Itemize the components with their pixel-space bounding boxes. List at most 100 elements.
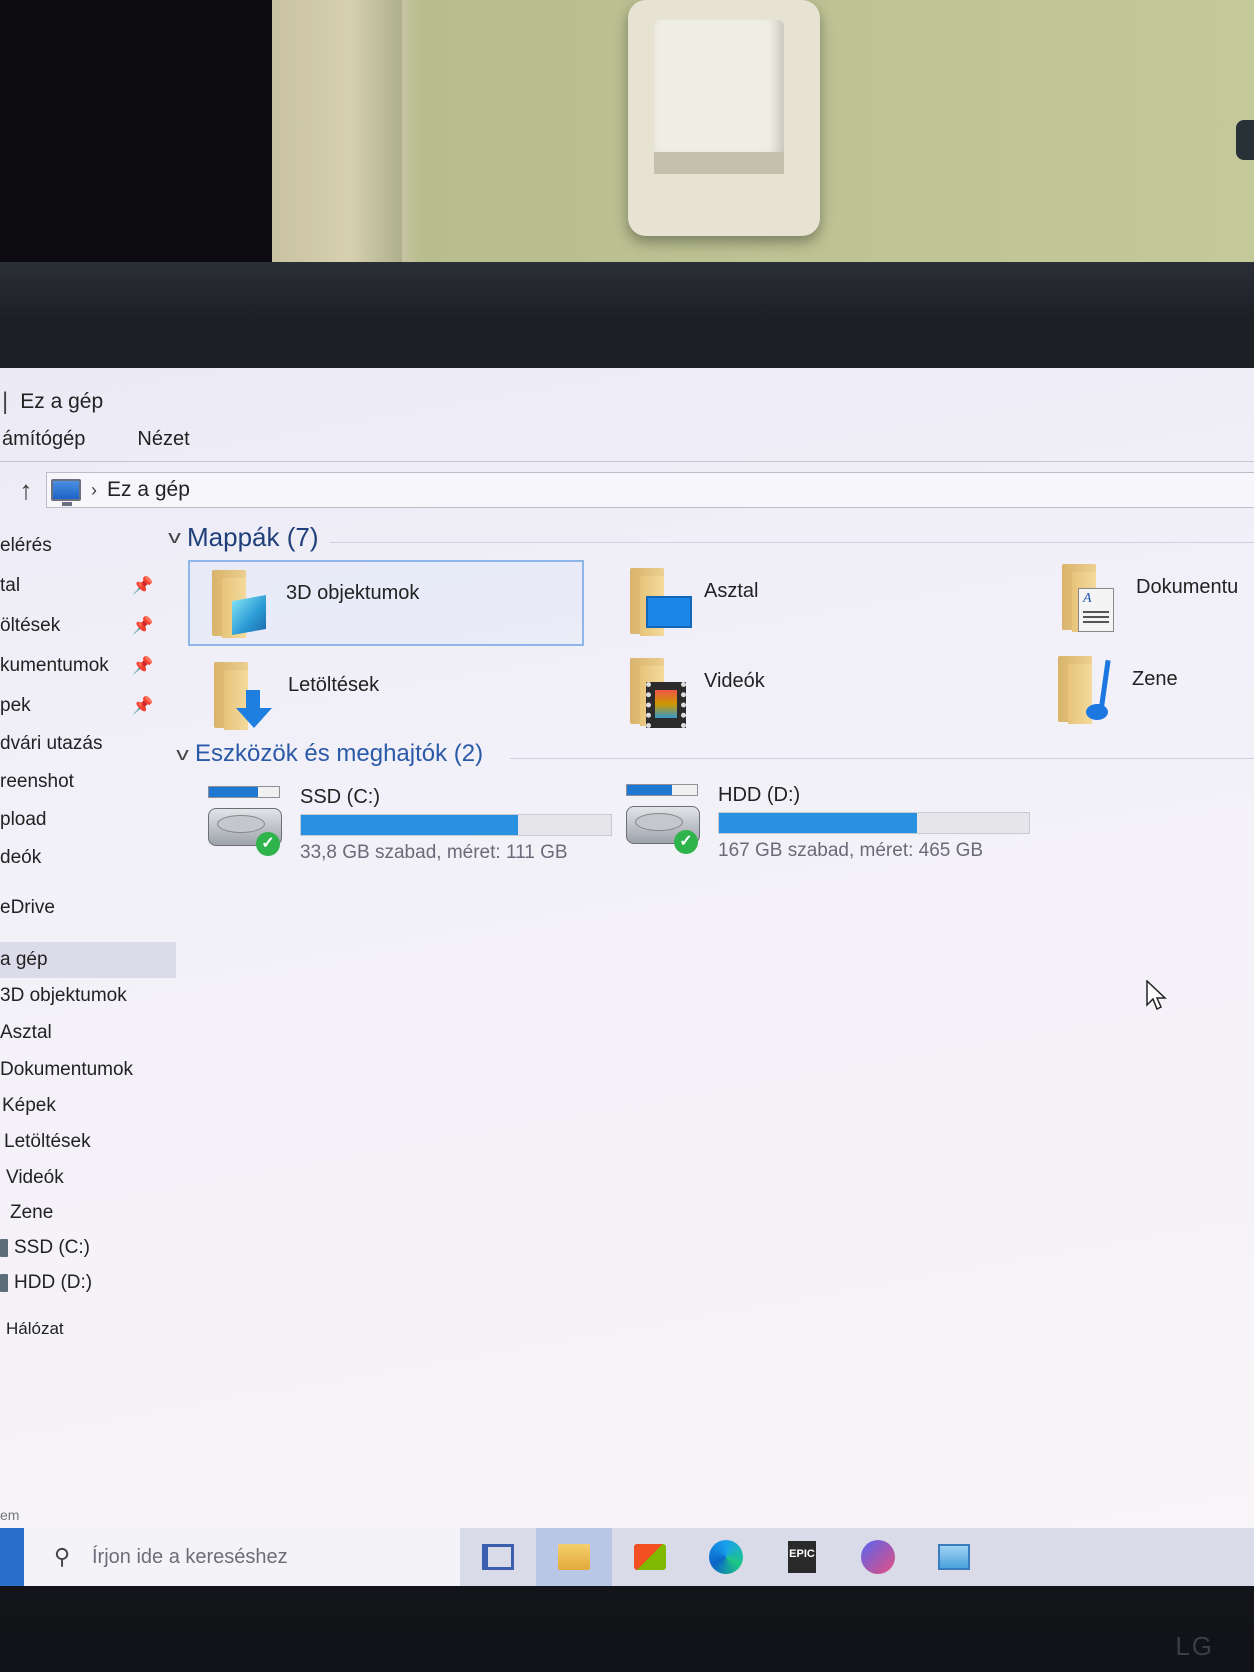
wall-knob [1236,120,1254,160]
epic-games-button[interactable]: EPIC [764,1528,840,1586]
monitor-screen: | Ez a gép ámítógép Nézet ↑ › Ez a gép e… [0,368,1254,1586]
drive-hdd-d[interactable]: ✓ HDD (D:) 167 GB szabad, méret: 465 GB [606,780,1030,866]
nav-item-label: eDrive [0,897,55,918]
nav-item-this-pc[interactable]: a gép [0,942,176,978]
drive-free-space: 167 GB szabad, méret: 465 GB [718,840,984,861]
group-divider [510,758,1254,759]
folder-label: Letöltések [288,674,380,696]
nav-item-quick-access[interactable]: elérés [0,532,178,560]
nav-item-label: HDD (D:) [14,1272,93,1293]
discord-icon [861,1540,895,1574]
nav-item-label: Videók [6,1167,64,1188]
nav-item-pictures[interactable]: Képek [0,1092,178,1120]
nav-item-videos[interactable]: Videók [0,1164,178,1192]
downloads-folder-icon [208,660,274,732]
3d-objects-folder-icon [206,568,272,640]
nav-item-label: Letöltések [4,1131,91,1152]
breadcrumb-chevron-icon[interactable]: › [91,480,97,501]
dark-doorway [0,0,272,270]
nav-item-label: öltések [0,615,61,636]
hard-drive-icon: ✓ [624,780,702,864]
edge-icon [709,1540,743,1574]
address-bar[interactable]: › Ez a gép [46,472,1254,508]
folder-3d-objects[interactable]: 3D objektumok [188,560,584,646]
nav-item-3d-objects[interactable]: 3D objektumok [0,982,178,1010]
folder-label: Asztal [704,580,759,602]
nav-item-onedrive[interactable]: eDrive [0,894,178,922]
nav-item-ssd-c[interactable]: SSD (C:) [0,1234,178,1262]
drive-label: SSD (C:) [300,786,380,808]
taskbar-search-box[interactable]: ⚲ Írjon ide a kereséshez [24,1528,460,1586]
pin-icon: 📌 [132,656,154,675]
light-switch [628,0,820,236]
documents-folder-icon [1056,562,1122,634]
start-button[interactable] [0,1528,24,1586]
control-panel-icon [938,1544,970,1570]
pin-icon: 📌 [132,696,154,715]
tab-view[interactable]: Nézet [135,428,191,458]
nav-item-hdd-d[interactable]: HDD (D:) [0,1269,178,1297]
group-header-devices[interactable]: v Eszközök és meghajtók (2) [176,740,484,768]
drive-ssd-c[interactable]: ✓ SSD (C:) 33,8 GB szabad, méret: 111 GB [188,782,612,868]
nav-item-music[interactable]: Zene [0,1199,178,1227]
pin-icon: 📌 [132,576,154,595]
file-explorer-icon [558,1544,590,1570]
nav-item-label: 3D objektumok [0,985,127,1006]
discord-button[interactable] [840,1528,916,1586]
group-title: Eszközök és meghajtók (2) [195,740,484,767]
microsoft-store-button[interactable] [612,1528,688,1586]
folder-music[interactable]: Zene [1036,648,1254,734]
nav-item-label: dvári utazás [0,733,103,754]
nav-item-label: reenshot [0,771,74,792]
nav-item-screenshot[interactable]: reenshot [0,768,178,796]
file-explorer-button[interactable] [536,1528,612,1586]
music-folder-icon [1052,654,1118,726]
task-view-icon [482,1544,514,1570]
nav-item-documents[interactable]: Dokumentumok [0,1056,178,1084]
up-arrow-icon[interactable]: ↑ [6,470,46,510]
search-placeholder: Írjon ide a kereséshez [92,1545,288,1568]
door-frame [272,0,402,270]
folder-downloads[interactable]: Letöltések [192,654,588,740]
folder-videos[interactable]: Videók [608,650,1004,736]
chevron-down-icon[interactable]: v [168,527,181,548]
drive-usage-bar [300,814,612,836]
nav-item-desktop-pinned[interactable]: tal 📌 [0,572,178,600]
status-bar-fragment: em [0,1507,20,1523]
nav-item-network[interactable]: Hálózat [0,1315,178,1343]
folder-label: 3D objektumok [286,582,420,604]
breadcrumb-this-pc[interactable]: Ez a gép [107,478,190,502]
folder-desktop[interactable]: Asztal [608,560,1004,646]
nav-item-downloads[interactable]: Letöltések [0,1128,178,1156]
folder-label: Zene [1132,668,1178,690]
nav-item-downloads-pinned[interactable]: öltések 📌 [0,612,178,640]
nav-item-desktop[interactable]: Asztal [0,1019,178,1047]
nav-item-trip-folder[interactable]: dvári utazás [0,730,178,758]
tab-computer[interactable]: ámítógép [0,428,87,458]
desktop-folder-icon [624,566,692,638]
nav-item-label: a gép [0,949,48,970]
group-divider [330,542,1254,543]
nav-item-label: SSD (C:) [14,1237,90,1258]
taskbar: ⚲ Írjon ide a kereséshez EPIC [0,1528,1254,1586]
task-view-button[interactable] [460,1528,536,1586]
nav-item-videos-quick[interactable]: deók [0,844,178,872]
title-separator: | [2,388,9,415]
ribbon-divider [0,461,1254,462]
navigation-bar: ↑ › Ez a gép [0,468,1254,512]
control-panel-button[interactable] [916,1528,992,1586]
folder-documents[interactable]: Dokumentu [1040,556,1254,642]
nav-item-label: Képek [2,1095,56,1116]
folder-label: Dokumentu [1136,576,1239,598]
nav-item-label: Dokumentumok [0,1059,134,1080]
nav-item-pictures-pinned[interactable]: pek 📌 [0,692,178,720]
nav-item-label: pload [0,809,47,830]
drive-label: HDD (D:) [718,784,801,806]
edge-button[interactable] [688,1528,764,1586]
search-icon: ⚲ [53,1544,71,1569]
nav-item-documents-pinned[interactable]: kumentumok 📌 [0,652,178,680]
nav-item-upload[interactable]: pload [0,806,178,834]
room-background [0,0,1254,270]
group-header-folders[interactable]: v Mappák (7) [168,522,318,553]
chevron-down-icon[interactable]: v [176,744,189,765]
